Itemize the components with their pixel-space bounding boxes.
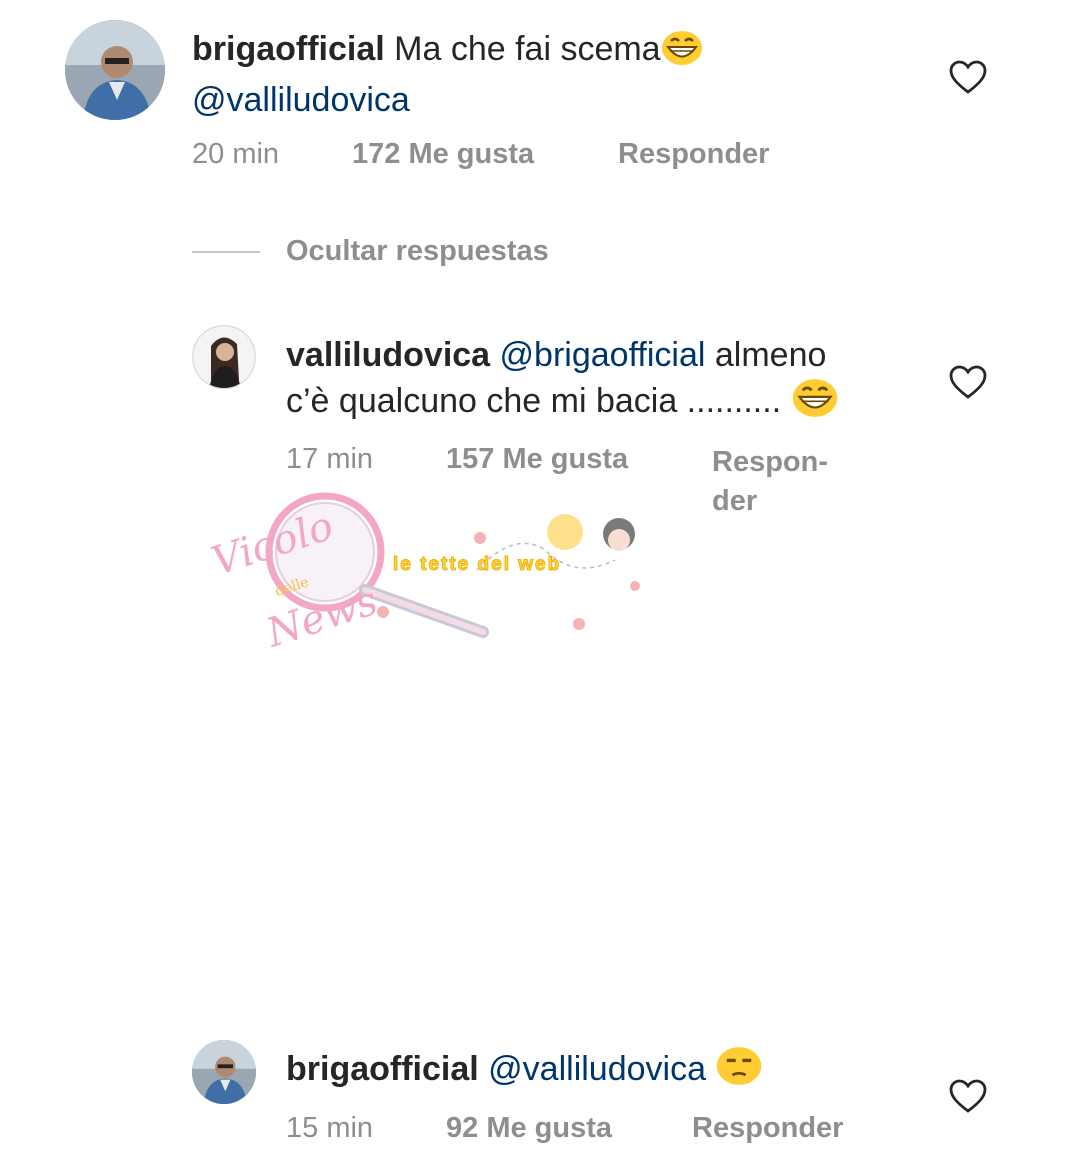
heart-icon[interactable] — [948, 363, 988, 403]
comment-mention[interactable]: @valliludovica — [192, 81, 410, 119]
comment-mention[interactable]: @valliludovica — [488, 1050, 706, 1088]
reply-label-part: Respon- — [712, 446, 828, 478]
reply-label-part: der — [712, 485, 758, 517]
comment-likes[interactable]: 157 Me gusta — [446, 443, 628, 476]
comment-3-body: brigaofficial @valliludovica — [286, 1046, 926, 1098]
comment-time: 15 min — [286, 1112, 374, 1144]
comment-time: 20 min — [192, 138, 280, 170]
comment-text: almeno — [714, 336, 827, 374]
comment-username[interactable]: brigaofficial — [192, 30, 385, 68]
avatar-brigaofficial[interactable] — [65, 20, 165, 120]
avatar-brigaofficial[interactable] — [192, 1040, 256, 1104]
comment-1-body: brigaofficial Ma che fai scema @vallilud… — [192, 27, 952, 123]
reply-button[interactable]: Responder — [618, 138, 769, 171]
comment-username[interactable]: brigaofficial — [286, 1050, 479, 1088]
unamused-emoji-icon — [715, 1046, 763, 1098]
hide-replies-button[interactable]: Ocultar respuestas — [286, 235, 549, 268]
grinning-emoji-icon — [661, 30, 703, 78]
avatar-image — [193, 326, 255, 388]
watermark: Vicolo delle News le tette del web — [206, 490, 655, 657]
comment-text: c’è qualcuno che mi bacia .......... — [286, 382, 782, 420]
heart-icon[interactable] — [948, 58, 988, 98]
comment-likes[interactable]: 172 Me gusta — [352, 138, 534, 171]
reply-button[interactable]: Respon- der — [712, 443, 828, 521]
comment-username[interactable]: valliludovica — [286, 336, 490, 374]
avatar-valliludovica[interactable] — [192, 325, 256, 389]
comment-2-body: valliludovica @brigaofficial almeno c’è … — [286, 333, 926, 430]
watermark-banner-text: le tette del web — [392, 554, 562, 576]
heart-icon[interactable] — [948, 1077, 988, 1117]
comment-time: 17 min — [286, 443, 374, 475]
comment-mention[interactable]: @brigaofficial — [500, 336, 706, 374]
grinning-emoji-icon — [791, 378, 839, 430]
comment-text: Ma che fai scema — [394, 30, 661, 68]
avatar-image — [192, 1040, 256, 1104]
avatar-image — [65, 20, 165, 120]
reply-button[interactable]: Responder — [692, 1112, 843, 1145]
hide-replies-divider — [192, 251, 260, 253]
comment-likes[interactable]: 92 Me gusta — [446, 1112, 612, 1145]
